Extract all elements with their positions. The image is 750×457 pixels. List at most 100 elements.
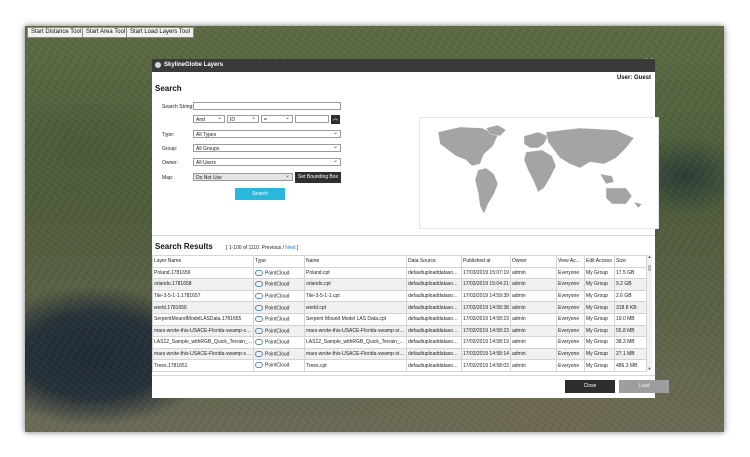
scrollbar-thumb[interactable] xyxy=(648,265,651,271)
owner-select[interactable]: All Users xyxy=(193,157,341,166)
scroll-up-icon[interactable]: ▲ xyxy=(647,255,652,259)
search-results-heading: Search Results xyxy=(155,242,213,251)
start-area-tool-button[interactable]: Start Area Tool xyxy=(82,27,130,38)
table-cell: 17/03/2019 14:58:38 xyxy=(461,301,511,314)
search-string-input[interactable] xyxy=(193,102,341,110)
table-cell: My Group xyxy=(584,359,615,372)
column-header[interactable]: Data Source xyxy=(406,255,462,268)
results-scrollbar[interactable]: ▲ ▼ xyxy=(647,255,652,371)
point-cloud-icon xyxy=(255,304,263,311)
table-cell: My Group xyxy=(584,301,615,314)
section-divider xyxy=(152,235,655,236)
type-text: PointCloud xyxy=(265,281,290,288)
table-cell: world.1781656 xyxy=(152,301,254,314)
table-cell: PointCloud xyxy=(253,266,305,280)
table-row[interactable]: Trees.1781651 PointCloud Trees.cpt defaultu… xyxy=(152,359,647,372)
table-cell: admin xyxy=(510,266,557,280)
table-row[interactable]: Tile-3-5-1-1.1781657 PointCloud Tile-3-5-1… xyxy=(152,289,647,303)
table-cell: Trees.cpt xyxy=(304,359,407,372)
user-indicator: User: Guest xyxy=(617,75,651,81)
results-pagination: [ 1-100 of 1110. Previous / Next ] xyxy=(226,245,298,251)
column-header[interactable]: Type xyxy=(253,255,305,268)
column-header[interactable]: Name xyxy=(304,255,407,268)
table-cell: defaultuploaddatasource xyxy=(406,347,462,361)
results-body: Poland.1781659 PointCloud Poland.cpt defaul… xyxy=(152,266,647,372)
table-row[interactable]: LAS12_Sample_withRGB_Quick_Terrain_... Po… xyxy=(152,336,647,349)
table-cell: admin xyxy=(510,312,557,326)
table-cell: mars-wrote-this-USACE-Florida-swamp-sta.… xyxy=(152,324,254,338)
table-cell: defaultuploaddatasource xyxy=(406,336,462,349)
type-select[interactable]: All Types xyxy=(193,129,341,138)
table-cell: My Group xyxy=(584,278,615,291)
load-button[interactable]: Load xyxy=(619,380,669,393)
results-table: Layer Name Type Name Data Source Publish… xyxy=(152,255,647,372)
table-cell: My Group xyxy=(584,289,615,303)
next-page-link[interactable]: Next xyxy=(285,245,295,251)
table-cell: My Group xyxy=(584,266,615,280)
value-input[interactable] xyxy=(295,115,329,123)
column-header[interactable]: Edit Access xyxy=(584,255,615,268)
world-map[interactable] xyxy=(419,117,659,229)
close-button[interactable]: Close xyxy=(565,380,615,393)
map-select[interactable]: Do Not Use xyxy=(193,172,293,181)
table-row[interactable]: mars-wrote-this-USACE-Florida-swamp-sta.… xyxy=(152,324,647,338)
table-cell: 17/03/2019 14:58:23 xyxy=(461,324,511,338)
table-cell: Everyone xyxy=(556,266,585,280)
logic-operator-select[interactable]: And xyxy=(193,114,225,123)
table-cell: defaultuploaddatasource xyxy=(406,359,462,372)
point-cloud-icon xyxy=(255,316,263,323)
type-text: PointCloud xyxy=(265,339,290,346)
table-cell: Everyone xyxy=(556,278,585,291)
search-button[interactable]: Search xyxy=(235,188,285,200)
table-cell: 2.6 GB xyxy=(614,289,647,303)
globe-logo-icon xyxy=(155,62,161,68)
table-cell: admin xyxy=(510,336,557,349)
table-row[interactable]: orlando.1781658 PointCloud orlando.cpt defa… xyxy=(152,278,647,291)
table-cell: 318.8 KB xyxy=(614,301,647,314)
table-cell: orlando.cpt xyxy=(304,278,407,291)
group-select[interactable]: All Groups xyxy=(193,143,341,152)
start-distance-tool-button[interactable]: Start Distance Tool xyxy=(27,27,86,38)
column-header[interactable]: View Access xyxy=(556,255,585,268)
comparator-select[interactable]: = xyxy=(261,114,293,123)
footer-divider xyxy=(152,375,655,376)
point-cloud-icon xyxy=(255,269,263,276)
table-cell: PointCloud xyxy=(253,289,305,303)
column-header[interactable]: Published at xyxy=(461,255,511,268)
table-cell: Everyone xyxy=(556,336,585,349)
table-cell: Everyone xyxy=(556,359,585,372)
column-header[interactable]: Owner xyxy=(510,255,557,268)
map-viewport[interactable]: Start Distance Tool Start Area Tool Star… xyxy=(25,26,724,432)
double-chevron-up-icon[interactable]: ︽ xyxy=(331,115,340,124)
table-row[interactable]: Poland.1781659 PointCloud Poland.cpt defaul… xyxy=(152,266,647,280)
column-header[interactable]: Layer Name xyxy=(152,255,254,268)
type-text: PointCloud xyxy=(265,304,290,311)
table-cell: PointCloud xyxy=(253,278,305,291)
table-cell: Tile-3-5-1-1.cpt xyxy=(304,289,407,303)
table-cell: defaultuploaddatasource xyxy=(406,301,462,314)
table-cell: PointCloud xyxy=(253,312,305,326)
table-row[interactable]: world.1781656 PointCloud world.cpt defaultu… xyxy=(152,301,647,314)
column-header[interactable]: Size xyxy=(614,255,647,268)
table-cell: My Group xyxy=(584,312,615,326)
table-cell: 486.3 MB xyxy=(614,359,647,372)
table-row[interactable]: SerpentMoundModelLASData.1781655 PointClo… xyxy=(152,312,647,326)
user-name: Guest xyxy=(633,75,651,81)
set-bounding-box-button[interactable]: Set Bounding Box xyxy=(295,172,341,183)
scroll-down-icon[interactable]: ▼ xyxy=(647,367,652,371)
table-cell: Poland.1781659 xyxy=(152,266,254,280)
table-row[interactable]: mars-wrote-this-USACE-Florida-swamp-sta.… xyxy=(152,347,647,361)
group-label: Group: xyxy=(162,146,178,152)
table-cell: Everyone xyxy=(556,324,585,338)
table-cell: My Group xyxy=(584,347,615,361)
table-cell: PointCloud xyxy=(253,301,305,314)
dialog-title: SkylineGlobe Layers xyxy=(164,62,224,68)
field-select[interactable]: ID xyxy=(227,114,259,123)
table-cell: orlando.1781658 xyxy=(152,278,254,291)
table-cell: admin xyxy=(510,347,557,361)
table-cell: Serpent Mound Model LAS Data.cpt xyxy=(304,312,407,326)
table-cell: SerpentMoundModelLASData.1781655 xyxy=(152,312,254,326)
table-cell: 17/03/2019 14:58:19 xyxy=(461,336,511,349)
start-load-layers-tool-button[interactable]: Start Load Layers Tool xyxy=(126,27,194,38)
results-count-suffix: ] xyxy=(295,245,299,251)
